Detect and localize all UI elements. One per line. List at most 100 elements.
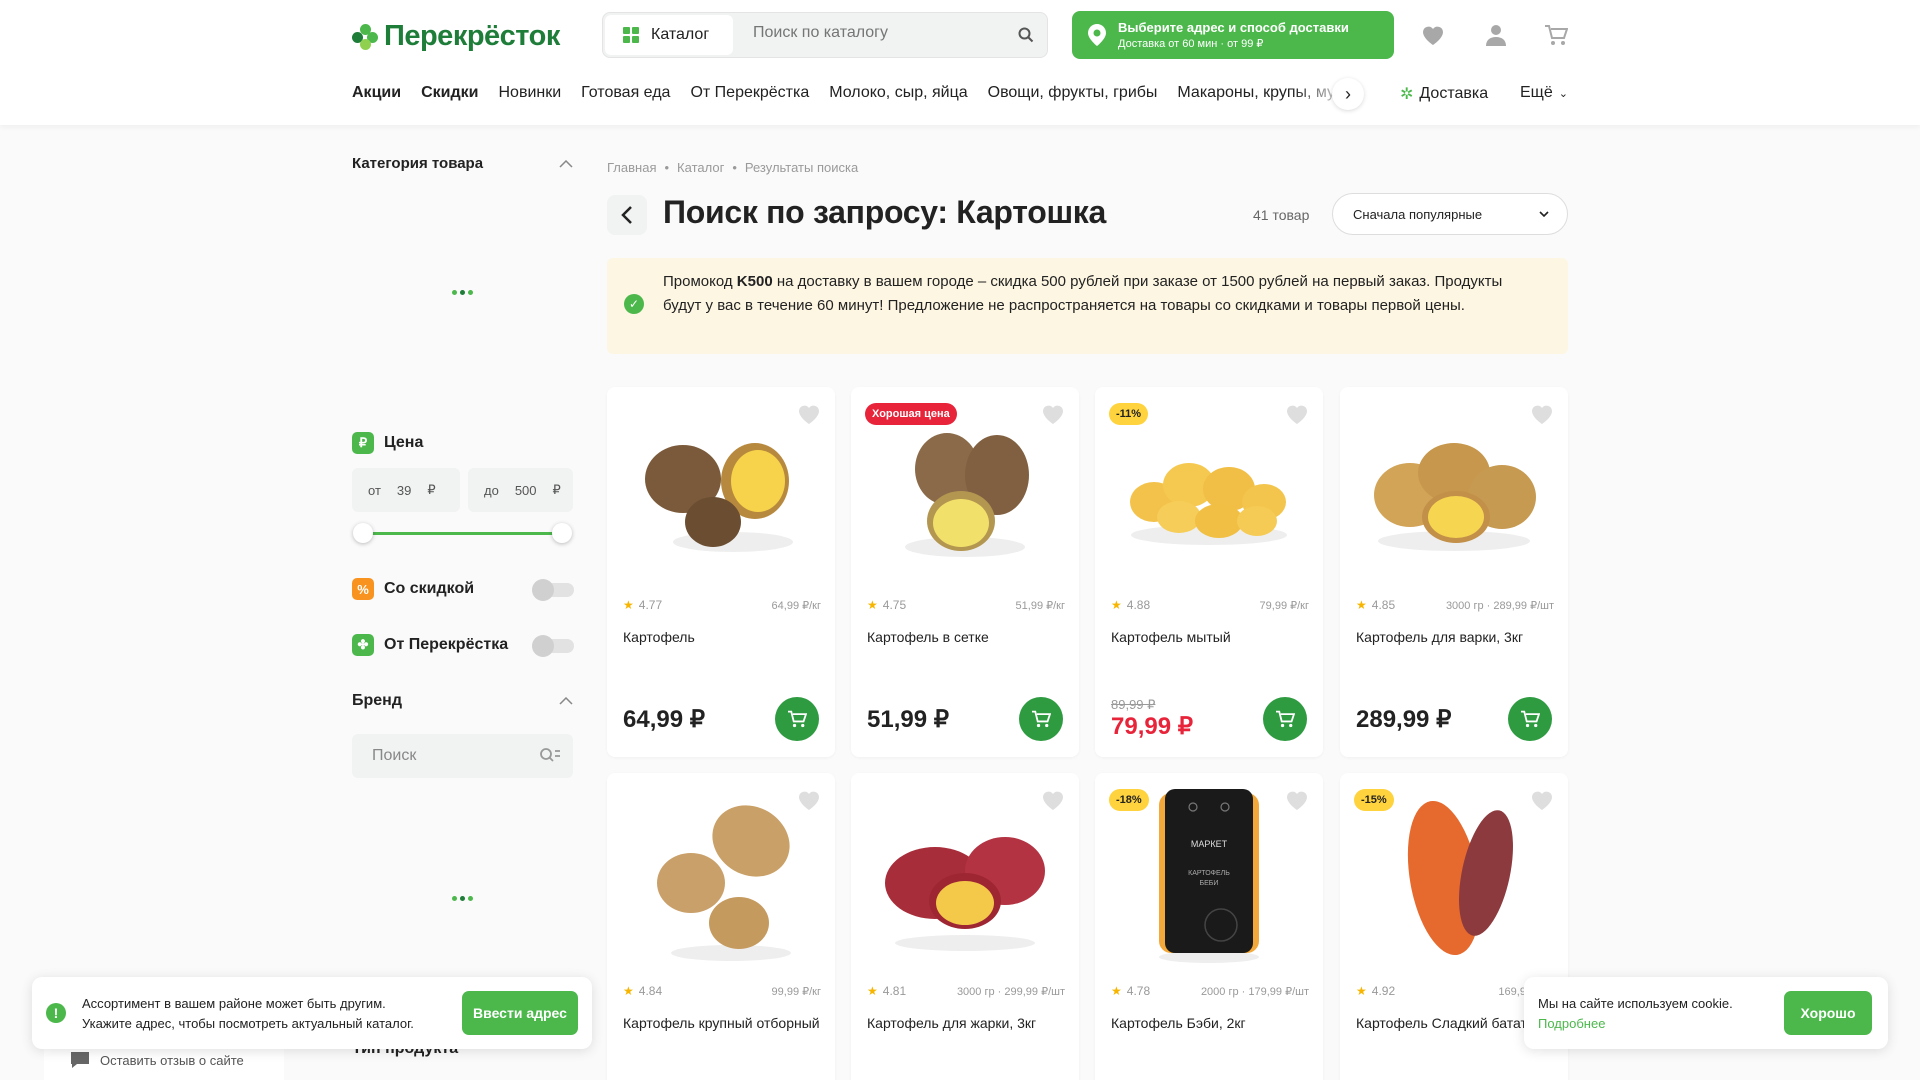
nav-item-vegetables[interactable]: Овощи, фрукты, грибы	[988, 84, 1158, 101]
price-to-field[interactable]: до 500 ₽	[468, 468, 573, 512]
product-name[interactable]: Картофель мытый	[1111, 627, 1311, 647]
own-brand-toggle[interactable]	[532, 635, 574, 657]
product-image	[1130, 463, 1287, 545]
product-card[interactable]: -11% ★ 4.88 79,99 ₽/кг Картофель мытый 89…	[1095, 387, 1323, 757]
product-name[interactable]: Картофель крупный отборный	[623, 1013, 823, 1033]
chevron-down-icon: ⌄	[1558, 87, 1568, 100]
user-icon[interactable]	[1484, 24, 1508, 46]
brand-search-input[interactable]: Поиск	[352, 734, 573, 778]
chevron-down-icon	[1539, 211, 1549, 217]
nav-item-ready-food[interactable]: Готовая еда	[581, 84, 670, 101]
page-title: Поиск по запросу: Картошка	[663, 194, 1106, 231]
product-card[interactable]: ★ 4.77 64,99 ₽/кг Картофель 64,99 ₽	[607, 387, 835, 757]
favorite-icon[interactable]	[1041, 789, 1065, 811]
courier-icon: ✲	[1400, 86, 1414, 103]
favorite-icon[interactable]	[797, 789, 821, 811]
sort-label: Сначала популярные	[1353, 206, 1483, 222]
rating: ★ 4.84	[623, 984, 663, 998]
category-nav: Акции Скидки Новинки Готовая еда От Перекрёс…	[352, 76, 1352, 112]
category-filter-title[interactable]: Категория товара	[352, 155, 483, 172]
price-slider-max-handle[interactable]	[552, 523, 572, 543]
add-to-cart-button[interactable]	[775, 697, 819, 741]
nav-item-dairy[interactable]: Молоко, сыр, яйца	[829, 84, 967, 101]
catalog-label: Каталог	[651, 26, 710, 43]
product-name[interactable]: Картофель для варки, 3кг	[1356, 627, 1556, 647]
nav-item-own-brand[interactable]: От Перекрёстка	[690, 84, 809, 101]
product-card[interactable]: ★ 4.84 99,99 ₽/кг Картофель крупный отбор…	[607, 773, 835, 1080]
product-name[interactable]: Картофель	[623, 627, 823, 647]
price-slider-track[interactable]	[363, 532, 563, 535]
info-icon: !	[46, 1003, 66, 1023]
favorite-icon[interactable]	[1285, 403, 1309, 425]
pack-name-text: КАРТОФЕЛЬ	[1188, 870, 1230, 877]
add-to-cart-button[interactable]	[1019, 697, 1063, 741]
add-to-cart-button[interactable]	[1263, 697, 1307, 741]
cookie-more-link[interactable]: Подробнее	[1538, 1014, 1733, 1034]
product-image	[1407, 800, 1513, 956]
price-slider-min-handle[interactable]	[353, 523, 373, 543]
pack-brand-text: МАРКЕТ	[1191, 839, 1228, 849]
nav-item-promo[interactable]: Акции	[352, 84, 401, 101]
search-icon[interactable]	[1017, 26, 1035, 44]
nav-scroll-right-button[interactable]: ›	[1332, 78, 1364, 110]
product-card[interactable]: ★ 4.81 3000 гр · 299,99 ₽/шт Картофель дл…	[851, 773, 1079, 1080]
search-filter-icon	[540, 748, 560, 762]
cart-icon	[788, 710, 807, 728]
nav-item-discounts[interactable]: Скидки	[421, 84, 478, 101]
chevron-up-icon[interactable]	[559, 160, 573, 168]
product-name[interactable]: Картофель Бэби, 2кг	[1111, 1013, 1311, 1033]
cookie-ok-button[interactable]: Хорошо	[1784, 991, 1872, 1035]
unit-price: 64,99 ₽/кг	[771, 600, 821, 612]
discount-toggle[interactable]	[532, 579, 574, 601]
catalog-button[interactable]: Каталог	[605, 15, 733, 55]
product-card[interactable]: Хорошая цена ★ 4.75 51,99 ₽/кг Картофель …	[851, 387, 1079, 757]
favorite-icon[interactable]	[1530, 403, 1554, 425]
delivery-title: Выберите адрес и способ доставки	[1118, 20, 1349, 35]
grid-icon	[623, 27, 639, 43]
chevron-up-icon[interactable]	[559, 697, 573, 705]
region-notice-toast: ! Ассортимент в вашем районе может быть …	[32, 977, 592, 1049]
product-image	[885, 837, 1045, 951]
product-image	[1374, 443, 1536, 551]
product-name[interactable]: Картофель в сетке	[867, 627, 1067, 647]
sale-price: 79,99 ₽	[1111, 713, 1193, 740]
star-icon: ★	[1356, 598, 1367, 612]
back-button[interactable]	[607, 195, 647, 235]
favorite-icon[interactable]	[1530, 789, 1554, 811]
star-icon: ★	[1111, 984, 1122, 998]
unit-price: 51,99 ₽/кг	[1015, 600, 1065, 612]
nav-more-label: Ещё	[1520, 84, 1553, 101]
price-to-value: 500	[514, 482, 537, 498]
heart-icon[interactable]	[1421, 24, 1445, 46]
favorite-icon[interactable]	[1041, 403, 1065, 425]
chat-icon	[71, 1052, 89, 1068]
cart-icon[interactable]	[1544, 24, 1568, 46]
favorite-icon[interactable]	[1285, 789, 1309, 811]
add-to-cart-button[interactable]	[1508, 697, 1552, 741]
brand-filter-title[interactable]: Бренд	[352, 692, 402, 710]
product-name[interactable]: Картофель для жарки, 3кг	[867, 1013, 1067, 1033]
nav-more-dropdown[interactable]: Ещё ⌄	[1520, 84, 1568, 102]
cookie-text: Мы на сайте используем cookie.	[1538, 996, 1733, 1011]
region-notice-text: Ассортимент в вашем районе может быть др…	[82, 996, 414, 1031]
price-from-field[interactable]: от 39 ₽	[352, 468, 460, 512]
loading-indicator	[452, 896, 473, 901]
discount-filter-label: Со скидкой	[384, 580, 475, 597]
promo-code: K500	[736, 273, 773, 290]
product-card[interactable]: МАРКЕТ КАРТОФЕЛЬ БЕБИ -18% ★ 4.78 2000 гр…	[1095, 773, 1323, 1080]
product-card[interactable]: ★ 4.85 3000 гр · 289,99 ₽/шт Картофель дл…	[1340, 387, 1568, 757]
chevron-right-icon: ›	[1345, 83, 1351, 104]
logo[interactable]: Перекрёсток	[352, 20, 560, 53]
favorite-icon[interactable]	[797, 403, 821, 425]
search-input[interactable]	[753, 24, 993, 42]
enter-address-button[interactable]: Ввести адрес	[462, 991, 578, 1035]
price-from-currency: ₽	[427, 482, 436, 497]
result-count: 41 товар	[1253, 207, 1310, 223]
delivery-address-button[interactable]: Выберите адрес и способ доставки Доставк…	[1072, 11, 1394, 59]
breadcrumb-catalog[interactable]: Каталог	[677, 160, 724, 175]
nav-item-new[interactable]: Новинки	[498, 84, 561, 101]
sort-dropdown[interactable]: Сначала популярные	[1332, 193, 1568, 235]
nav-delivery-link[interactable]: ✲ Доставка	[1400, 84, 1488, 104]
nav-item-pasta[interactable]: Макароны, крупы, мука	[1177, 84, 1351, 101]
breadcrumb-home[interactable]: Главная	[607, 160, 656, 175]
